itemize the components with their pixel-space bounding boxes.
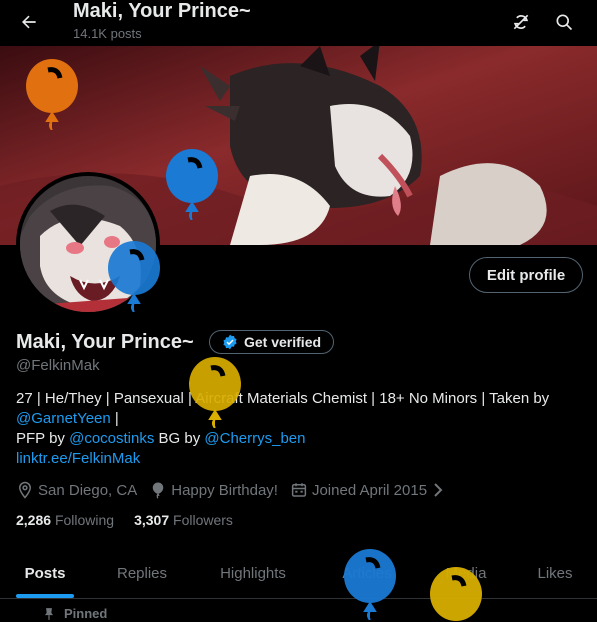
bio-line-2-rest: | — [110, 410, 119, 427]
tab-posts[interactable]: Posts — [16, 549, 74, 598]
profile-bio: 27 | He/They | Pansexual | Aircraft Mate… — [16, 389, 581, 469]
calendar-icon — [291, 483, 307, 497]
tab-replies[interactable]: Replies — [104, 549, 180, 598]
followers-link[interactable]: 3,307 Followers — [134, 512, 233, 528]
pinned-indicator: Pinned — [42, 606, 107, 621]
followers-count: 3,307 — [134, 512, 170, 528]
following-count: 2,286 — [16, 512, 52, 528]
profile-meta: San Diego, CA Happy Birthday! Joined Apr… — [16, 480, 457, 500]
location-text: San Diego, CA — [38, 481, 138, 499]
tab-likes[interactable]: Likes — [527, 549, 583, 598]
display-name: Maki, Your Prince~ — [16, 331, 194, 353]
active-tab-indicator — [16, 594, 74, 598]
profile-avatar[interactable] — [16, 172, 160, 316]
following-label: Following — [54, 512, 115, 528]
bio-bg-text: BG by — [154, 430, 205, 447]
location-item: San Diego, CA — [16, 481, 137, 499]
joined-item[interactable]: Joined April 2015 — [290, 481, 445, 499]
birthday-item: Happy Birthday! — [149, 481, 278, 499]
profile-handle: @FelkinMak — [16, 357, 100, 374]
pinned-label: Pinned — [64, 606, 108, 621]
mention-link-cocostinks[interactable]: @cocostinks — [69, 430, 154, 447]
bio-pfp-text: PFP by — [16, 430, 70, 447]
bio-line-1: 27 | He/They | Pansexual | Aircraft Mate… — [16, 390, 550, 407]
get-verified-label: Get verified — [244, 334, 322, 350]
location-icon — [18, 481, 32, 499]
back-arrow-icon — [22, 15, 36, 29]
bio-website-link[interactable]: linktr.ee/FelkinMak — [16, 450, 140, 467]
follow-stats: 2,286 Following 3,307 Followers — [16, 512, 253, 528]
mention-link-cherrys-ben[interactable]: @Cherrys_ben — [204, 430, 305, 447]
refresh-button[interactable] — [504, 5, 538, 39]
get-verified-button[interactable]: Get verified — [209, 330, 334, 354]
chevron-right-icon — [434, 483, 443, 497]
mention-link-garnetyeen[interactable]: @GarnetYeen — [16, 410, 111, 427]
tab-highlights[interactable]: Highlights — [208, 549, 298, 598]
pin-icon — [44, 607, 54, 620]
profile-tabs: Posts Replies Highlights Articles Media … — [0, 549, 597, 599]
profile-header: Maki, Your Prince~ 14.1K posts — [0, 0, 597, 46]
balloon-icon — [152, 482, 164, 499]
tab-articles[interactable]: Articles — [330, 549, 404, 598]
followers-label: Followers — [173, 512, 233, 528]
search-icon — [556, 14, 573, 31]
search-button[interactable] — [547, 5, 581, 39]
avatar-image — [20, 176, 156, 312]
birthday-text: Happy Birthday! — [171, 481, 278, 499]
joined-text: Joined April 2015 — [311, 481, 428, 499]
header-title: Maki, Your Prince~ — [73, 0, 251, 22]
verified-check-icon — [223, 334, 237, 350]
edit-profile-button[interactable]: Edit profile — [469, 257, 583, 293]
tab-media[interactable]: Media — [433, 549, 499, 598]
following-link[interactable]: 2,286 Following — [16, 512, 114, 528]
header-post-count: 14.1K posts — [73, 26, 142, 41]
refresh-cross-icon — [513, 14, 529, 30]
back-button[interactable] — [12, 5, 46, 39]
